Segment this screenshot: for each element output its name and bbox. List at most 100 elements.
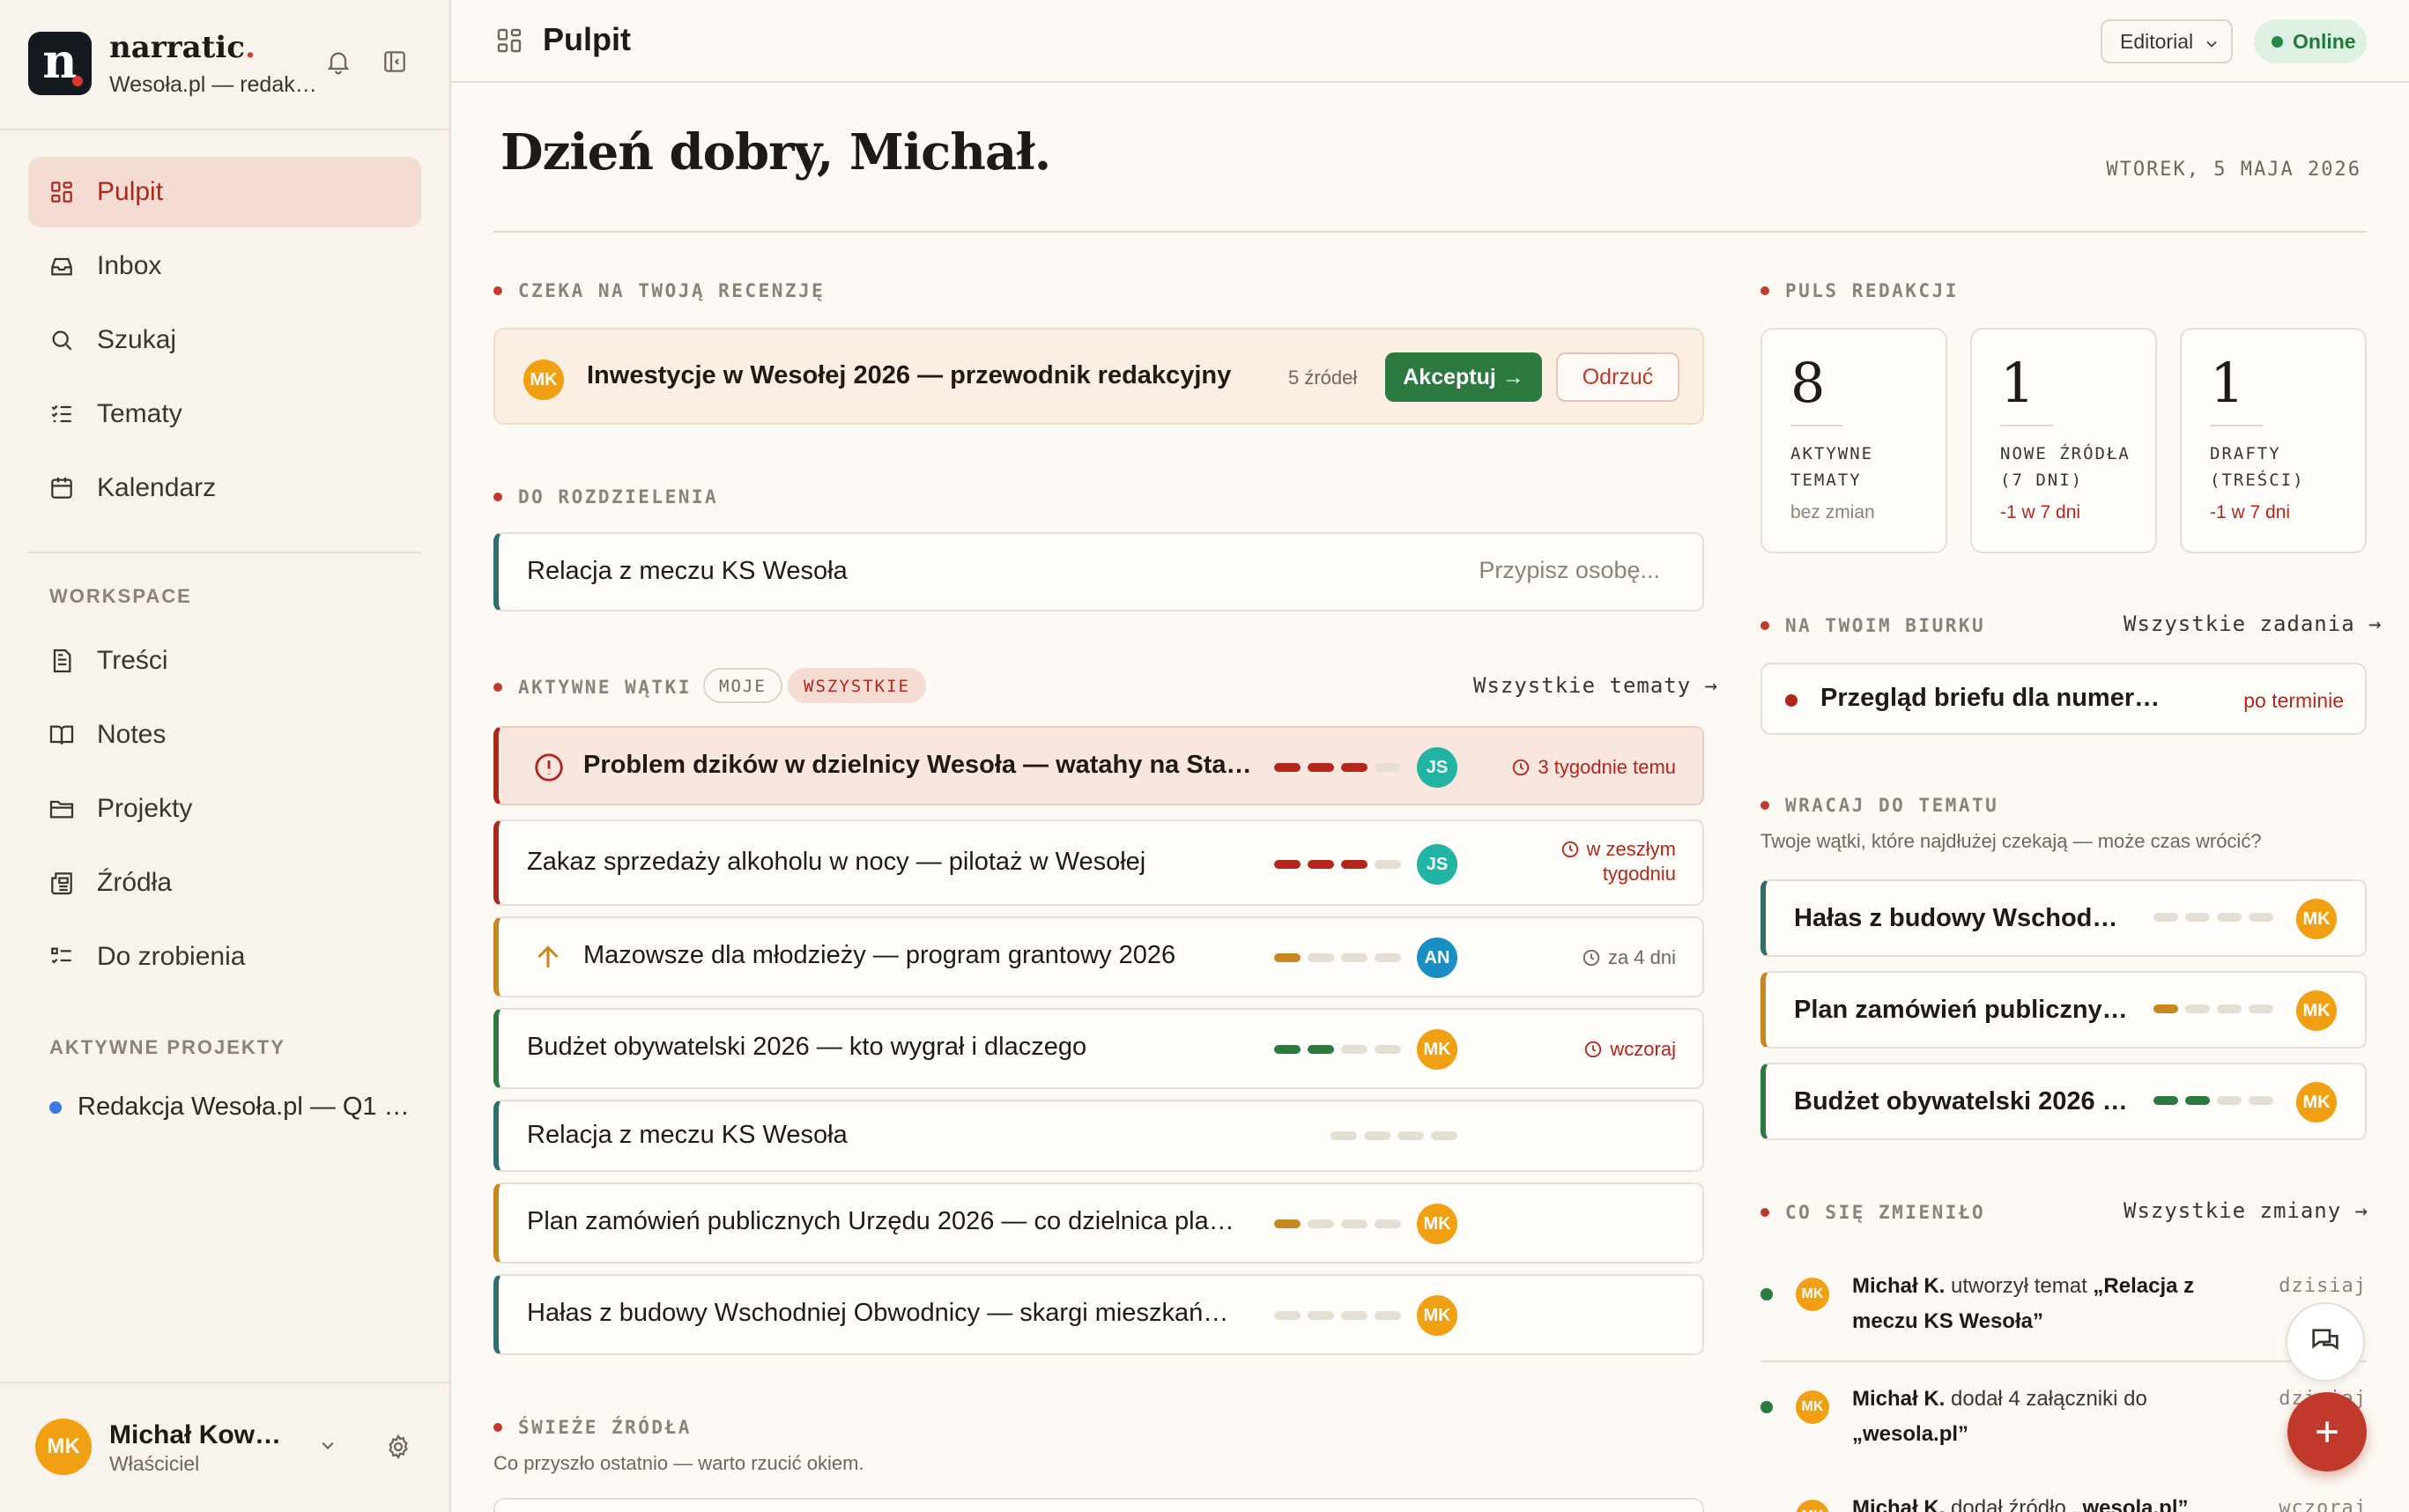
- desk-task[interactable]: Przegląd briefu dla numeru kwietniowego …: [1760, 663, 2367, 735]
- progress-dots: [1274, 1219, 1401, 1228]
- thread-title: Budżet obywatelski 2026 — kto wygrał i d…: [527, 1033, 1087, 1061]
- revisit-row[interactable]: Budżet obywatelski 2026 — kto wygrał MK: [1760, 1063, 2367, 1140]
- all-changes-link[interactable]: Wszystkie zmiany →: [2124, 1198, 2368, 1223]
- add-button[interactable]: [2287, 1392, 2367, 1471]
- thread-row[interactable]: Relacja z meczu KS Wesoła: [493, 1100, 1704, 1172]
- thread-row[interactable]: Problem dzików w dzielnicy Wesoła — wata…: [493, 726, 1704, 805]
- review-card[interactable]: MK Inwestycje w Wesołej 2026 — przewodni…: [493, 328, 1704, 425]
- nav-item-inbox[interactable]: Inbox: [28, 231, 421, 301]
- filter-mine[interactable]: MOJE: [703, 668, 782, 703]
- thread-row[interactable]: Budżet obywatelski 2026 — kto wygrał i d…: [493, 1008, 1704, 1089]
- revisit-row[interactable]: Plan zamówień publicznych Urzędu 2026 MK: [1760, 971, 2367, 1049]
- kpi-card[interactable]: 1 NOWE ŹRÓDŁA (7 DNI) -1 w 7 dni: [1970, 328, 2157, 553]
- nav-item-notes[interactable]: Notes: [28, 700, 421, 770]
- section-heading-threads: AKTYWNE WĄTKI: [493, 677, 692, 698]
- document-icon: [53, 649, 71, 673]
- thread-title: Plan zamówień publicznych Urzędu 2026 — …: [527, 1207, 1241, 1235]
- collapse-sidebar-icon[interactable]: [381, 48, 412, 79]
- thread-title: Mazowsze dla młodzieży — program grantow…: [583, 941, 1176, 969]
- accept-button[interactable]: Akceptuj →: [1385, 352, 1542, 402]
- kpi-label: AKTYWNE TEMATY: [1790, 444, 1874, 490]
- change-action: dodał 4 załączniki do: [1945, 1387, 2147, 1411]
- thread-title: Problem dzików w dzielnicy Wesoła — wata…: [583, 751, 1253, 779]
- nav-label: Notes: [97, 720, 167, 749]
- thread-due-text: w zeszłym: [1586, 838, 1676, 860]
- nav-label: Projekty: [97, 794, 193, 823]
- gear-icon[interactable]: [384, 1433, 416, 1464]
- avatar: AN: [1417, 938, 1457, 978]
- change-text: Michał K. utworzył temat „Relacja z mecz…: [1852, 1269, 2240, 1339]
- chat-icon: [2312, 1329, 2339, 1351]
- nav-item-tresci[interactable]: Treści: [28, 626, 421, 696]
- user-role: Właściciel: [109, 1452, 200, 1475]
- change-time: dzisiaj: [2279, 1275, 2367, 1297]
- nav-item-zrodla[interactable]: Źródła: [28, 848, 421, 918]
- nav-item-szukaj[interactable]: Szukaj: [28, 305, 421, 375]
- revisit-row[interactable]: Hałas z budowy Wschodniej Obwodnicy MK: [1760, 879, 2367, 957]
- distribute-row[interactable]: Relacja z meczu KS Wesoła Przypisz osobę…: [493, 532, 1704, 611]
- fresh-source-card[interactable]: [493, 1498, 1704, 1512]
- review-title[interactable]: Inwestycje w Wesołej 2026 — przewodnik r…: [587, 361, 1231, 390]
- kpi-delta: -1 w 7 dni: [2210, 502, 2291, 523]
- section-heading-review: CZEKA NA TWOJĄ RECENZJĘ: [493, 280, 825, 301]
- revisit-title: Hałas z budowy Wschodniej Obwodnicy: [1794, 904, 2129, 932]
- chevron-down-icon[interactable]: [315, 1433, 342, 1459]
- nav-item-tematy[interactable]: Tematy: [28, 379, 421, 449]
- thread-row[interactable]: Zakaz sprzedaży alkoholu w nocy — pilota…: [493, 819, 1704, 906]
- nav-item-projekty[interactable]: Projekty: [28, 774, 421, 844]
- thread-row[interactable]: Mazowsze dla młodzieży — program grantow…: [493, 916, 1704, 997]
- greeting: Dzień dobry, Michał.: [500, 123, 1051, 182]
- filter-all[interactable]: WSZYSTKIE: [788, 668, 926, 703]
- brand-logo[interactable]: n: [28, 32, 92, 95]
- active-projects-label: AKTYWNE PROJEKTY: [49, 1036, 285, 1058]
- nav-label: Tematy: [97, 399, 182, 428]
- reject-button[interactable]: Odrzuć: [1556, 352, 1679, 402]
- kpi-delta: -1 w 7 dni: [2000, 502, 2081, 523]
- change-item[interactable]: MK Michał K. dodał źródło „wesola.pl” wc…: [1760, 1491, 2367, 1512]
- view-select[interactable]: Editorial: [2101, 19, 2233, 63]
- revisit-title: Budżet obywatelski 2026 — kto wygrał: [1794, 1087, 2129, 1115]
- thread-due: 3 tygodnie temu: [1511, 756, 1676, 779]
- nav-item-pulpit[interactable]: Pulpit: [28, 157, 421, 227]
- user-name[interactable]: Michał Kowalski: [109, 1420, 294, 1450]
- bell-icon[interactable]: [324, 48, 356, 79]
- greeting-name: Michał.: [849, 123, 1051, 182]
- project-label: Redakcja Wesoła.pl — Q1 2026: [78, 1093, 411, 1121]
- nav-item-do-zrobienia[interactable]: Do zrobienia: [28, 922, 421, 992]
- thread-due-text: 3 tygodnie temu: [1538, 756, 1676, 778]
- all-tasks-link[interactable]: Wszystkie zadania →: [2124, 611, 2382, 636]
- assign-person-input[interactable]: Przypisz osobę...: [1479, 557, 1660, 584]
- progress-dots: [1274, 1045, 1401, 1054]
- clock-icon: [1513, 759, 1530, 776]
- nav-label: Kalendarz: [97, 473, 217, 502]
- progress-dots: [2153, 913, 2273, 922]
- user-avatar[interactable]: MK: [35, 1419, 92, 1475]
- thread-row[interactable]: Plan zamówień publicznych Urzędu 2026 — …: [493, 1182, 1704, 1264]
- workspace-switcher[interactable]: Wesoła.pl — redakcja: [109, 72, 321, 98]
- brand-name-text: narratic: [109, 30, 245, 65]
- all-topics-link[interactable]: Wszystkie tematy →: [1473, 673, 1718, 698]
- nav-item-kalendarz[interactable]: Kalendarz: [28, 453, 421, 523]
- progress-dots: [1274, 1311, 1401, 1320]
- fresh-subtitle: Co przyszło ostatnio — warto rzucić okie…: [493, 1452, 864, 1474]
- folder-icon: [49, 800, 74, 819]
- thread-row[interactable]: Hałas z budowy Wschodniej Obwodnicy — sk…: [493, 1274, 1704, 1355]
- section-heading-pulse: PULS REDAKCJI: [1760, 280, 1959, 301]
- section-heading-distribute: DO ROZDZIELENIA: [493, 486, 718, 508]
- kpi-card[interactable]: 8 AKTYWNE TEMATY bez zmian: [1760, 328, 1947, 553]
- change-dot: [1760, 1288, 1773, 1301]
- nav-label: Szukaj: [97, 325, 177, 354]
- kpi-value: 8: [1790, 351, 1826, 415]
- avatar: JS: [1417, 844, 1457, 885]
- change-actor: Michał K.: [1852, 1496, 1946, 1512]
- avatar: MK: [1417, 1295, 1457, 1336]
- chat-button[interactable]: [2286, 1302, 2365, 1382]
- section-heading-desk: NA TWOIM BIURKU: [1760, 615, 1985, 636]
- clock-icon: [1583, 949, 1600, 967]
- revisit-subtitle: Twoje wątki, które najdłużej czekają — m…: [1760, 830, 2262, 852]
- status-badge: Online: [2254, 19, 2367, 63]
- plus-icon: [2316, 1421, 2338, 1442]
- current-date: WTOREK, 5 MAJA 2026: [2106, 159, 2361, 181]
- project-item[interactable]: Redakcja Wesoła.pl — Q1 2026: [49, 1093, 411, 1122]
- kpi-card[interactable]: 1 DRAFTY (TREŚCI) -1 w 7 dni: [2180, 328, 2367, 553]
